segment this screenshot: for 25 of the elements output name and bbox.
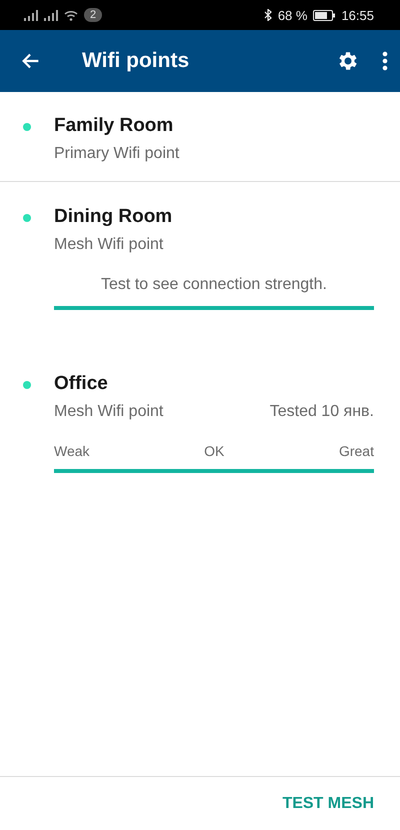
point-role: Mesh Wifi point: [54, 402, 164, 422]
battery-percent: 68 %: [278, 8, 308, 22]
point-role: Primary Wifi point: [54, 144, 180, 164]
point-name: Dining Room: [54, 205, 174, 229]
scale-label: Great: [338, 443, 374, 459]
signal-icon: [24, 10, 38, 20]
test-mesh-button[interactable]: TEST MESH: [282, 794, 374, 812]
status-dot: [23, 381, 31, 389]
point-role: Mesh Wifi point: [54, 235, 164, 255]
signal-icon: [44, 10, 58, 20]
clock: 16:55: [341, 8, 374, 22]
screen-title: Wifi points: [82, 49, 190, 73]
scale-label: Weak: [54, 443, 90, 459]
battery-icon: [313, 10, 336, 20]
status-dot: [23, 123, 31, 131]
more-options-button[interactable]: [382, 51, 388, 71]
bluetooth-icon: [264, 9, 272, 21]
notification-count: 2: [84, 8, 102, 22]
tested-date: Tested 10 янв.: [270, 402, 374, 422]
test-prompt: Test to see connection strength.: [100, 276, 328, 294]
point-name: Office: [54, 372, 109, 396]
scale-label: OK: [204, 443, 224, 459]
wifi-icon: [64, 10, 78, 20]
status-dot: [23, 214, 31, 222]
point-name: Family Room: [54, 114, 174, 138]
